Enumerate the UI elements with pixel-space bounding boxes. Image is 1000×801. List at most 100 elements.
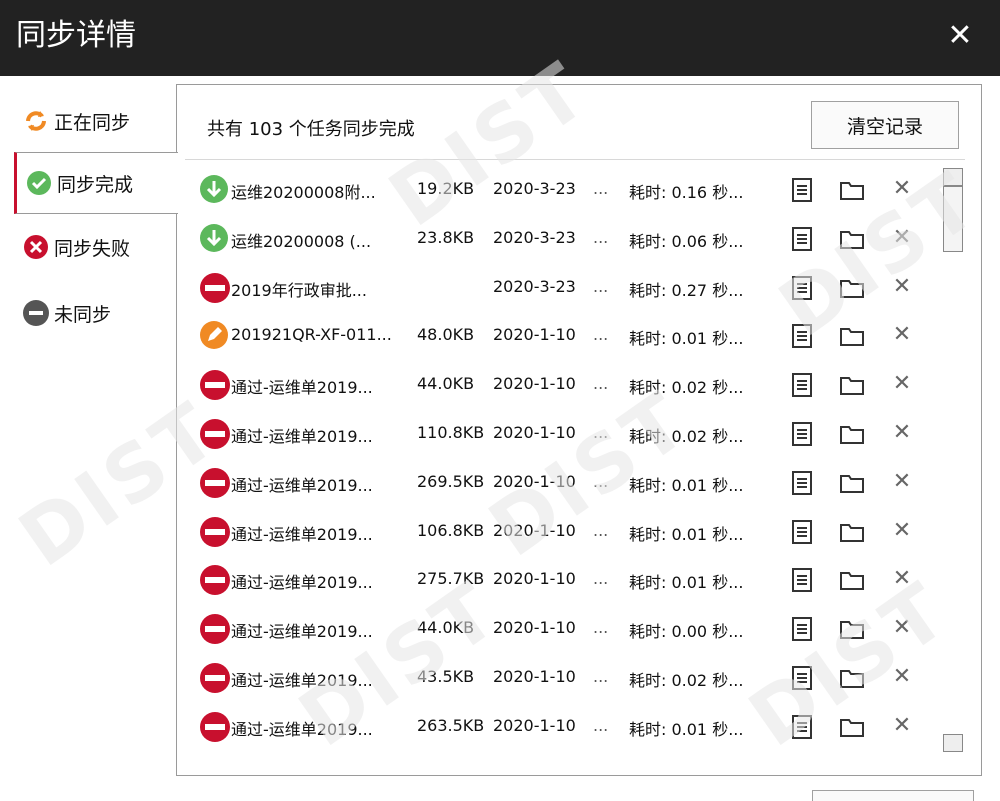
delete-icon[interactable]: ✕ bbox=[891, 713, 913, 739]
folder-icon[interactable] bbox=[839, 471, 865, 495]
document-icon[interactable] bbox=[791, 666, 813, 690]
delete-icon[interactable]: ✕ bbox=[891, 274, 913, 300]
elapsed-time: 耗时: 0.01 秒... bbox=[629, 329, 744, 349]
delete-icon[interactable]: ✕ bbox=[891, 566, 913, 592]
document-icon[interactable] bbox=[791, 275, 813, 300]
folder-icon[interactable] bbox=[839, 520, 865, 544]
scroll-up-button[interactable] bbox=[943, 168, 963, 186]
blocked-icon bbox=[199, 516, 231, 548]
scroll-thumb[interactable] bbox=[943, 186, 963, 252]
document-icon[interactable] bbox=[791, 226, 813, 251]
file-name: 通过-运维单2019... bbox=[231, 427, 373, 446]
task-row[interactable]: 201921QR-XF-011... 48.0KB 2020-1-10... 耗时: … bbox=[185, 312, 945, 360]
folder-icon[interactable] bbox=[839, 617, 865, 641]
sync-date: 2020-1-10 bbox=[493, 374, 576, 394]
folder-icon[interactable] bbox=[839, 568, 865, 592]
truncation-dots: ... bbox=[593, 179, 609, 198]
truncation-dots: ... bbox=[593, 423, 609, 442]
folder-icon[interactable] bbox=[839, 178, 865, 202]
document-icon[interactable] bbox=[791, 617, 813, 642]
task-row[interactable]: 通过-运维单2019... 110.8KB 2020-1-10... 耗时: 0.02… bbox=[185, 410, 945, 458]
title-bar: 同步详情 ✕ bbox=[0, 0, 1000, 76]
document-icon[interactable] bbox=[791, 324, 813, 349]
task-row[interactable]: 运维20200008附... 19.2KB 2020-3-23... 耗时: 0.16… bbox=[185, 166, 945, 214]
close-button[interactable]: ✕ bbox=[944, 18, 976, 54]
delete-icon[interactable]: ✕ bbox=[891, 664, 913, 690]
document-icon[interactable] bbox=[791, 714, 813, 739]
elapsed-time: 耗时: 0.02 秒... bbox=[629, 671, 744, 690]
file-name: 2019年行政审批... bbox=[231, 280, 367, 300]
file-name: 通过-运维单2019... bbox=[231, 524, 373, 544]
truncation-dots: ... bbox=[593, 569, 609, 589]
blocked-icon bbox=[199, 369, 231, 401]
file-size: 269.5KB bbox=[417, 471, 485, 491]
task-row[interactable]: 通过-运维单2019... 269.5KB 2020-1-10... 耗时: 0.01… bbox=[185, 459, 945, 507]
elapsed-time: 耗时: 0.27 秒... bbox=[629, 280, 744, 300]
folder-icon[interactable] bbox=[839, 373, 865, 397]
file-size: 43.5KB bbox=[417, 667, 475, 686]
file-name: 通过-运维单2019... bbox=[231, 378, 373, 398]
folder-icon[interactable] bbox=[839, 666, 865, 690]
sidebar-item-syncing[interactable]: 正在同步 bbox=[14, 90, 178, 152]
file-name: 运维20200008附... bbox=[231, 183, 376, 202]
edit-icon bbox=[199, 320, 231, 352]
task-row[interactable]: 通过-运维单2019... 106.8KB 2020-1-10... 耗时: 0.01… bbox=[185, 508, 945, 556]
delete-icon[interactable]: ✕ bbox=[891, 615, 913, 641]
scroll-down-button[interactable] bbox=[943, 734, 963, 752]
file-name: 通过-运维单2019... bbox=[231, 573, 373, 593]
truncation-dots: ... bbox=[593, 715, 609, 735]
delete-icon[interactable]: ✕ bbox=[891, 469, 913, 495]
document-icon[interactable] bbox=[791, 470, 813, 495]
task-row[interactable]: 通过-运维单2019... 44.0KB 2020-1-10... 耗时: 0.00 … bbox=[185, 605, 945, 653]
vertical-scrollbar[interactable] bbox=[941, 168, 963, 752]
folder-icon[interactable] bbox=[839, 276, 865, 300]
folder-icon[interactable] bbox=[839, 227, 865, 251]
sidebar-item-label: 同步失败 bbox=[54, 237, 131, 260]
task-row[interactable]: 通过-运维单2019... 44.0KB 2020-1-10... 耗时: 0.02 … bbox=[185, 361, 945, 409]
file-name: 通过-运维单2019... bbox=[231, 671, 373, 690]
sidebar-item-sync-complete[interactable]: 同步完成 bbox=[14, 152, 178, 214]
sync-date: 2020-1-10 bbox=[493, 715, 576, 735]
file-size: 19.2KB bbox=[417, 179, 475, 198]
file-name: 通过-运维单2019... bbox=[231, 719, 373, 739]
task-row[interactable]: 2019年行政审批... 2020-3-23... 耗时: 0.27 秒... ✕ bbox=[185, 264, 945, 312]
file-name: 201921QR-XF-011... bbox=[231, 325, 392, 345]
folder-icon[interactable] bbox=[839, 715, 865, 739]
document-icon[interactable] bbox=[791, 568, 813, 593]
sidebar-item-not-synced[interactable]: 未同步 bbox=[14, 282, 178, 344]
elapsed-time: 耗时: 0.00 秒... bbox=[629, 622, 744, 642]
task-row[interactable]: 通过-运维单2019... 43.5KB 2020-1-10... 耗时: 0.02 … bbox=[185, 654, 945, 702]
delete-icon[interactable]: ✕ bbox=[891, 420, 913, 446]
task-row[interactable]: 通过-运维单2019... 275.7KB 2020-1-10... 耗时: 0.01… bbox=[185, 556, 945, 604]
document-icon[interactable] bbox=[791, 373, 813, 398]
file-size: 275.7KB bbox=[417, 569, 485, 589]
delete-icon[interactable]: ✕ bbox=[891, 322, 913, 348]
task-row[interactable]: 通过-运维单2019... 263.5KB 2020-1-10... 耗时: 0.01… bbox=[185, 703, 945, 751]
folder-icon[interactable] bbox=[839, 324, 865, 348]
check-icon bbox=[25, 169, 53, 197]
sidebar: 正在同步 同步完成 同步失败 未同步 bbox=[0, 76, 178, 796]
sync-date: 2020-1-10 bbox=[493, 520, 576, 540]
blocked-icon bbox=[199, 662, 231, 694]
download-icon bbox=[199, 223, 231, 255]
delete-icon[interactable]: ✕ bbox=[891, 518, 913, 544]
truncation-dots: ... bbox=[593, 667, 609, 686]
task-row[interactable]: 运维20200008 (... 23.8KB 2020-3-23... 耗时: 0.0… bbox=[185, 215, 945, 263]
window-title: 同步详情 bbox=[16, 18, 136, 53]
clear-records-button[interactable]: 清空记录 bbox=[811, 101, 959, 149]
elapsed-time: 耗时: 0.01 秒... bbox=[629, 524, 744, 544]
sidebar-item-sync-failed[interactable]: 同步失败 bbox=[14, 216, 178, 278]
blocked-icon bbox=[199, 613, 231, 645]
delete-icon[interactable]: ✕ bbox=[891, 176, 913, 202]
delete-icon[interactable]: ✕ bbox=[891, 371, 913, 397]
truncation-dots: ... bbox=[593, 374, 609, 394]
document-icon[interactable] bbox=[791, 519, 813, 544]
file-name: 运维20200008 (... bbox=[231, 231, 372, 251]
document-icon[interactable] bbox=[791, 178, 813, 202]
elapsed-time: 耗时: 0.01 秒... bbox=[629, 573, 744, 593]
document-icon[interactable] bbox=[791, 422, 813, 446]
file-name: 通过-运维单2019... bbox=[231, 475, 373, 495]
folder-icon[interactable] bbox=[839, 422, 865, 446]
delete-icon[interactable]: ✕ bbox=[891, 225, 913, 251]
blocked-icon bbox=[199, 418, 231, 450]
